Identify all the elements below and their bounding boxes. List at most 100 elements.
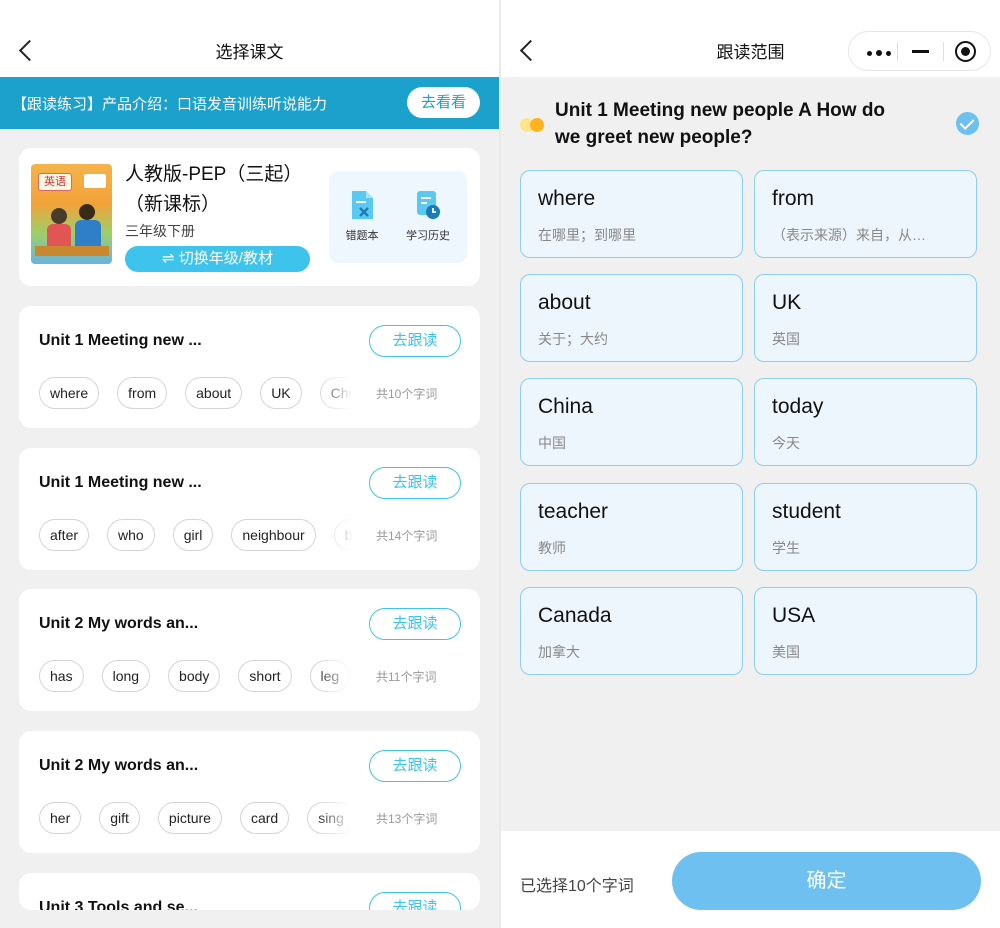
word-chip: girl [172,519,214,551]
confirm-button[interactable]: 确定 [672,852,981,910]
word-chinese: 今天 [772,435,800,451]
word-chinese: 教师 [538,540,566,556]
word-english: teacher [538,500,609,523]
word-card[interactable]: China 中国 [520,378,743,466]
select-lesson-screen: 选择课文 【跟读练习】产品介绍：口语发音训练听说能力 去看看 英语 人教版-PE… [0,0,499,928]
banner-text: 【跟读练习】产品介绍：口语发音训练听说能力 [12,96,328,113]
word-chinese: （表示来源）来自，从… [772,227,926,243]
word-english: where [538,187,596,210]
word-chinese: 关于；大约 [538,331,608,347]
banner-view-button[interactable]: 去看看 [407,87,480,118]
word-english: about [538,291,591,314]
follow-read-button[interactable]: 去跟读 [369,750,461,782]
word-english: student [772,500,841,523]
follow-read-button[interactable]: 去跟读 [369,892,461,910]
left-navbar: 选择课文 [0,0,499,77]
word-card[interactable]: about 关于；大约 [520,274,743,362]
minimize-icon[interactable] [912,50,929,53]
unit-title: Unit 3 Tools and se... [39,899,198,910]
word-chip: China [319,377,369,409]
unit-card: Unit 3 Tools and se... 去跟读 [19,873,480,910]
word-chip: where [39,377,100,409]
word-chip: neighbour [231,519,316,551]
mini-program-capsule [848,31,991,71]
follow-read-button[interactable]: 去跟读 [369,325,461,357]
word-chip: body [168,660,221,692]
word-english: China [538,395,593,418]
textbook-title: 人教版-PEP（三起） [125,164,303,185]
word-chinese: 在哪里；到哪里 [538,227,636,243]
unit-card: Unit 1 Meeting new ... 去跟读 after who girl n… [19,448,480,570]
textbook-card: 英语 人教版-PEP（三起） （新课标） 三年级下册 ⇌ 切换年级/教材 错题本… [19,148,480,286]
unit-card: Unit 2 My words an... 去跟读 her gift picture… [19,731,480,853]
lesson-section-header[interactable]: Unit 1 Meeting new people A How do we gr… [501,77,1000,167]
textbook-cover-image: 英语 [31,164,112,264]
unit-title: Unit 1 Meeting new ... [39,474,202,491]
page-title: 选择课文 [215,43,284,62]
follow-read-button[interactable]: 去跟读 [369,467,461,499]
word-chinese: 中国 [538,435,566,451]
study-history-button[interactable]: 学习历史 [395,189,461,243]
bottom-bar: 已选择10个字词 确定 [501,831,1000,928]
word-card[interactable]: from （表示来源）来自，从… [754,170,977,258]
word-count: 共10个字词 [376,387,438,401]
unit-card: Unit 1 Meeting new ... 去跟读 where from abou… [19,306,480,428]
select-all-check-icon[interactable] [956,112,979,135]
close-icon[interactable] [955,41,976,62]
word-english: Canada [538,604,612,627]
word-chip: short [238,660,292,692]
right-navbar: 跟读范围 [501,0,1000,77]
unit-title: Unit 2 My words an... [39,757,199,774]
word-card[interactable]: student 学生 [754,483,977,571]
switch-textbook-button[interactable]: ⇌ 切换年级/教材 [125,246,310,272]
word-count: 共14个字词 [376,529,438,543]
word-english: USA [772,604,816,627]
wrong-questions-label: 错题本 [345,230,379,242]
unit-card: Unit 2 My words an... 去跟读 has long body sho… [19,589,480,711]
word-chip: from [117,377,168,409]
promo-banner[interactable]: 【跟读练习】产品介绍：口语发音训练听说能力 去看看 [0,77,499,129]
textbook-subtitle: （新课标） [125,194,221,215]
word-count: 共11个字词 [376,670,437,684]
word-card[interactable]: where 在哪里；到哪里 [520,170,743,258]
word-english: today [772,395,824,418]
word-chip: her [39,802,82,834]
word-chip: after [39,519,90,551]
word-chinese: 学生 [772,540,800,556]
word-card[interactable]: today 今天 [754,378,977,466]
word-english: UK [772,291,802,314]
more-options-icon[interactable] [867,50,891,56]
word-chip: has [39,660,84,692]
unit-title: Unit 1 Meeting new ... [39,332,202,349]
word-chip: boy [333,519,369,551]
word-chinese: 美国 [772,644,800,660]
study-history-icon [417,191,440,219]
word-chips: after who girl neighbour boy [39,519,369,553]
word-chip: who [107,519,155,551]
section-title: Unit 1 Meeting new people A How do we gr… [555,100,886,148]
word-card[interactable]: UK 英国 [754,274,977,362]
word-chips: where from about UK China [39,377,369,411]
word-chip: about [185,377,243,409]
word-chip: UK [260,377,302,409]
word-card[interactable]: teacher 教师 [520,483,743,571]
wrong-questions-button[interactable]: 错题本 [329,189,395,243]
word-chip: card [239,802,290,834]
follow-read-range-screen: 跟读范围 Unit 1 Meeting new people A How do … [501,0,1000,928]
follow-read-button[interactable]: 去跟读 [369,608,461,640]
word-card[interactable]: Canada 加拿大 [520,587,743,675]
study-history-label: 学习历史 [406,230,450,242]
wrong-questions-icon [352,191,373,219]
word-chip: picture [157,802,222,834]
word-card[interactable]: USA 美国 [754,587,977,675]
cover-label: 英语 [38,173,72,191]
tools-panel: 错题本 学习历史 [329,171,467,263]
word-chip: long [101,660,151,692]
textbook-grade: 三年级下册 [125,223,195,239]
unit-title: Unit 2 My words an... [39,615,199,632]
word-count: 共13个字词 [376,812,438,826]
word-chinese: 加拿大 [538,644,580,660]
word-chips: her gift picture card sing [39,802,369,836]
word-chips: has long body short leg [39,660,369,694]
word-english: from [772,187,814,210]
